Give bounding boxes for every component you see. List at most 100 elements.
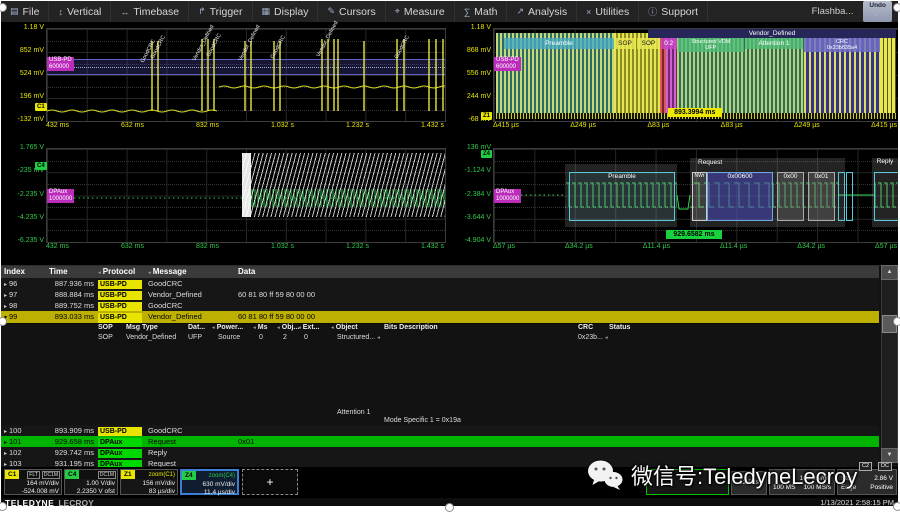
row-expander-icon[interactable]: ▸ xyxy=(4,440,7,446)
data1-label: 0x01 xyxy=(814,173,828,180)
x-axis-label: Δ34.2 µs xyxy=(797,243,825,253)
cell-data: 0x01 xyxy=(238,436,798,447)
y-axis-labels-z4: 136 mV-1.124 V-2.384 V-3.644 V-4.904 V xyxy=(448,144,494,245)
x-axis-label: Δ249 µs xyxy=(794,122,820,132)
undo-button[interactable]: Undo↶ xyxy=(863,1,892,22)
row-expander-icon[interactable]: ▸ xyxy=(4,429,7,435)
object-value: Structured... xyxy=(337,334,375,341)
menu-support[interactable]: ⓘSupport xyxy=(639,1,708,22)
header-label: Object xyxy=(336,324,358,331)
waveform-plot-c1[interactable]: GoodCRC GoodCRC Vendor_Defined GoodCRC V… xyxy=(46,28,446,122)
flashback-button[interactable]: Flashba... xyxy=(812,6,854,17)
menu-vertical[interactable]: ↕Vertical xyxy=(49,1,111,22)
usbpd-decoder-label[interactable]: USB-PD 600000 xyxy=(494,57,521,71)
cell-message: GoodCRC xyxy=(148,300,237,311)
address-label: 0x00600 xyxy=(728,173,753,180)
menu-utilities[interactable]: ×Utilities xyxy=(577,1,639,22)
channel-badge-z1[interactable]: Z1 xyxy=(481,112,492,120)
brand-lecroy: LECROY xyxy=(58,498,93,506)
data0-label: 0x00 xyxy=(783,173,797,180)
scrollbar-up-button[interactable]: ▲ xyxy=(881,265,898,280)
selection-handle[interactable] xyxy=(893,3,900,12)
table-scrollbar[interactable] xyxy=(881,265,898,463)
row-expander-icon[interactable]: ▸ xyxy=(4,304,7,310)
menu-analysis[interactable]: ↗Analysis xyxy=(507,1,577,22)
decode-band-crc: CRC0x23b835a4 xyxy=(804,38,880,52)
detail-header-dat: Dat... xyxy=(188,323,205,333)
trigger-type: Edge xyxy=(841,483,856,492)
menu-math[interactable]: ∑Math xyxy=(455,1,508,22)
usbpd-decoder-label[interactable]: USB-PD 600000 xyxy=(47,57,74,71)
adc-bits-box[interactable]: 12 Bits xyxy=(731,471,767,495)
x-axis-label: Δ415 µs xyxy=(871,122,897,132)
marker-icon: ◂ xyxy=(331,325,334,331)
file-icon: ▤ xyxy=(10,6,19,17)
add-trace-button[interactable]: + xyxy=(242,469,298,495)
c4-tab[interactable]: C4 xyxy=(65,470,79,479)
sort-marker-icon: ◂ xyxy=(98,270,101,276)
trigger-slope: Positive xyxy=(870,483,893,492)
detail-object[interactable]: Structured... ◂ xyxy=(337,333,382,343)
row-expander-icon[interactable]: ▸ xyxy=(4,282,7,288)
trigger-box[interactable]: Stop2.86 V EdgePositive xyxy=(837,469,897,495)
selection-handle[interactable] xyxy=(445,503,454,512)
menu-cursors[interactable]: ✎Cursors xyxy=(318,1,385,22)
channel-descriptor-c1[interactable]: C1 FLT DC1M 164 mV/div-524.008 mV xyxy=(4,469,62,495)
c1-tab[interactable]: C1 xyxy=(5,470,19,479)
menu-measure[interactable]: ⌖Measure xyxy=(386,1,455,22)
header-label: Message xyxy=(153,267,187,276)
decode-band-data1: 0x01 xyxy=(808,172,835,221)
zoom-descriptor-z1[interactable]: Z1 zoom(C1) 156 mV/div83 µs/div xyxy=(120,469,178,495)
zoom-descriptor-z4-selected[interactable]: Z4 zoom(C4) 630 mV/div11.4 µs/div xyxy=(180,469,239,495)
selection-handle[interactable] xyxy=(893,317,900,326)
decode-band-obj: 0:2 xyxy=(661,38,677,49)
waveform-plot-c4[interactable]: DPAux 1000000 C4 xyxy=(46,148,446,243)
channel-descriptor-c4[interactable]: C4 DC1M 1.00 V/div2.2350 V ofst xyxy=(64,469,118,495)
marker-icon: ◂ xyxy=(298,325,301,331)
x-axis-label: 632 ms xyxy=(121,243,144,253)
channel-badge-c4[interactable]: C4 xyxy=(35,162,47,170)
trigger-level: 2.86 V xyxy=(874,474,893,483)
z4-tab[interactable]: Z4 xyxy=(182,471,196,480)
waveform-plot-z1[interactable]: Vendor_Defined Preamble SOP SOP 0:2 Stru… xyxy=(493,28,898,122)
z1-tab[interactable]: Z1 xyxy=(121,470,135,479)
x-axis-label: Δ83 µs xyxy=(721,122,743,132)
detail-object-attention: Attention 1 xyxy=(337,408,370,418)
detail-crc[interactable]: 0x23b... ◂ xyxy=(578,333,610,343)
scrollbar-down-button[interactable]: ▼ xyxy=(881,448,898,463)
timebase-box[interactable]: 100 ms/div 100 MS100 MS/s xyxy=(769,469,835,495)
cell-message: GoodCRC xyxy=(148,425,237,436)
detail-header-msgtype: Msg Type xyxy=(126,323,158,333)
dpaux-decoder-label[interactable]: DPAux 1000000 xyxy=(47,189,74,203)
analysis-icon: ↗ xyxy=(516,6,524,17)
trigger-icon: ↱ xyxy=(198,6,206,17)
cell-index: 101 xyxy=(9,437,22,446)
row-expander-icon[interactable]: ▸ xyxy=(4,293,7,299)
y-axis-labels-z1: 1.18 V868 mV556 mV244 mV-68 mV xyxy=(448,24,494,124)
dpaux-decoder-label[interactable]: DPAux 1000000 xyxy=(494,189,521,203)
decode-band-preamble: Preamble xyxy=(504,38,614,49)
row-expander-icon[interactable]: ▸ xyxy=(4,451,7,457)
serial-decode-box[interactable] xyxy=(646,469,729,495)
col-header-index[interactable]: Index xyxy=(4,266,48,278)
cell-time: 889.752 ms xyxy=(49,300,94,311)
scroll-down-icon: ▼ xyxy=(887,452,893,458)
menu-file[interactable]: ▤File xyxy=(1,1,49,22)
waveform-plot-z4[interactable]: Preamble Request NWr 0x00600 0x00 0x01 R… xyxy=(493,148,898,243)
detail-header-power: ◂Power... xyxy=(212,323,243,333)
cell-time: 893.909 ms xyxy=(49,425,94,436)
x-axis-label: Δ83 µs xyxy=(647,122,669,132)
menu-trigger[interactable]: ↱Trigger xyxy=(189,1,252,22)
protocol-decode-table: Index Time ◂Protocol ◂Message Data ▸96 8… xyxy=(1,265,898,468)
channel-badge-z4[interactable]: Z4 xyxy=(481,150,492,158)
col-header-data[interactable]: Data xyxy=(238,266,798,278)
request-label: Request xyxy=(698,159,722,166)
x-axis-label: Δ57 µs xyxy=(875,243,897,253)
measure-icon: ⌖ xyxy=(395,6,400,17)
col-header-time[interactable]: Time xyxy=(49,266,68,278)
channel-badge-c1[interactable]: C1 xyxy=(35,103,47,111)
undo-icon: ↶ xyxy=(874,10,882,20)
menu-timebase[interactable]: ↔Timebase xyxy=(111,1,189,22)
menu-display[interactable]: ▦Display xyxy=(253,1,319,22)
timebase-memory: 100 MS xyxy=(773,483,795,492)
